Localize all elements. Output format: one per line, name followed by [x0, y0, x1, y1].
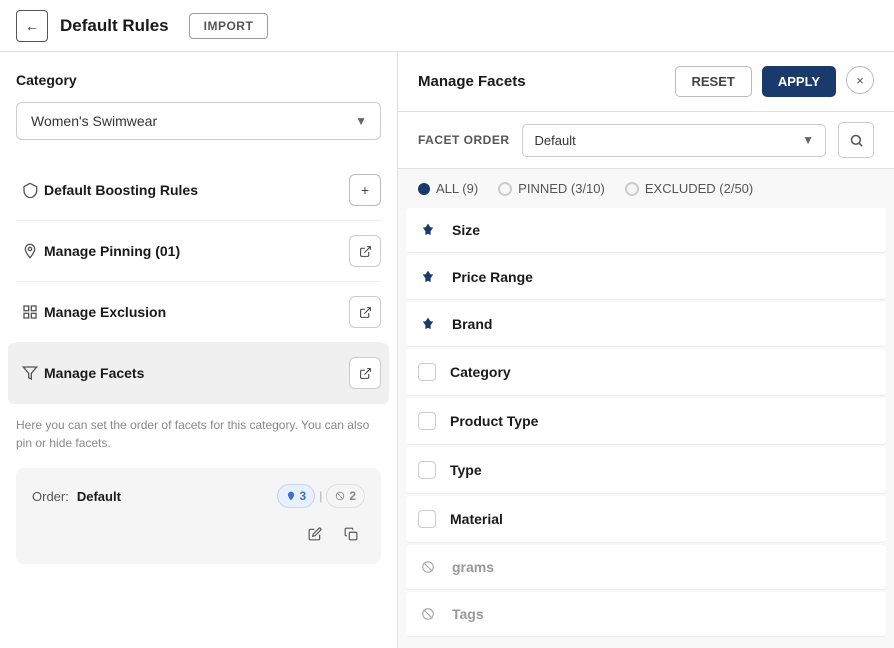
- facet-item-grams: grams: [406, 545, 886, 590]
- main-content: Category Women's Swimwear ▼ Default Boos…: [0, 52, 894, 648]
- app-header: ← Default Rules IMPORT: [0, 0, 894, 52]
- open-exclusion-button[interactable]: [349, 296, 381, 328]
- facet-item-size: Size: [406, 208, 886, 253]
- pin-badge: 3: [277, 484, 316, 508]
- left-panel: Category Women's Swimwear ▼ Default Boos…: [0, 52, 398, 648]
- exclude-icon-tags: [418, 607, 438, 621]
- tab-all[interactable]: ALL (9): [418, 181, 478, 196]
- open-pinning-button[interactable]: [349, 235, 381, 267]
- exclusion-label: Manage Exclusion: [44, 304, 349, 320]
- badge-separator: |: [319, 489, 322, 503]
- checkbox-material[interactable]: [418, 510, 436, 528]
- facet-item-type: Type: [406, 447, 886, 494]
- pin-icon: [16, 243, 44, 259]
- facet-order-select[interactable]: Default: [522, 124, 826, 157]
- facet-list: Size Price Range Brand Category: [398, 208, 894, 648]
- exclude-count: 2: [349, 489, 356, 503]
- facet-name-tags: Tags: [452, 606, 484, 622]
- menu-item-exclusion[interactable]: Manage Exclusion: [16, 282, 381, 343]
- pin-icon-size: [418, 223, 438, 237]
- facet-name-brand: Brand: [452, 316, 492, 332]
- right-header-actions: RESET APPLY ×: [675, 66, 875, 97]
- order-section: Order: Default 3 | 2: [16, 468, 381, 564]
- boosting-rules-label: Default Boosting Rules: [44, 182, 349, 198]
- order-row: Order: Default 3 | 2: [32, 484, 365, 508]
- apply-button[interactable]: APPLY: [762, 66, 836, 97]
- facet-order-select-wrapper: Default ▼: [522, 124, 826, 157]
- facet-item-material: Material: [406, 496, 886, 543]
- tab-pinned-label: PINNED (3/10): [518, 181, 605, 196]
- facet-order-bar: FACET ORDER Default ▼: [398, 112, 894, 169]
- pin-icon-price-range: [418, 270, 438, 284]
- facet-order-label: FACET ORDER: [418, 133, 510, 147]
- close-button[interactable]: ×: [846, 66, 874, 94]
- copy-order-button[interactable]: [337, 520, 365, 548]
- filter-tabs: ALL (9) PINNED (3/10) EXCLUDED (2/50): [398, 169, 894, 208]
- order-badges: 3 | 2: [277, 484, 366, 508]
- page-title: Default Rules: [60, 16, 169, 36]
- pin-icon-brand: [418, 317, 438, 331]
- tab-excluded[interactable]: EXCLUDED (2/50): [625, 181, 753, 196]
- facet-item-tags: Tags: [406, 592, 886, 637]
- back-icon: ←: [25, 18, 39, 34]
- right-panel: Manage Facets RESET APPLY × FACET ORDER …: [398, 52, 894, 648]
- exclude-badge: 2: [326, 484, 365, 508]
- menu-item-facets[interactable]: Manage Facets: [8, 343, 389, 404]
- order-value: Default: [77, 489, 121, 504]
- category-select[interactable]: Women's Swimwear: [16, 102, 381, 140]
- pin-count: 3: [300, 489, 307, 503]
- checkbox-type[interactable]: [418, 461, 436, 479]
- reset-button[interactable]: RESET: [675, 66, 752, 97]
- facet-name-grams: grams: [452, 559, 494, 575]
- edit-order-button[interactable]: [301, 520, 329, 548]
- filter-icon: [16, 365, 44, 381]
- grid-icon: [16, 304, 44, 320]
- tab-all-dot: [418, 183, 430, 195]
- search-facet-button[interactable]: [838, 122, 874, 158]
- tab-excluded-label: EXCLUDED (2/50): [645, 181, 753, 196]
- facet-name-material: Material: [450, 511, 503, 527]
- checkbox-product-type[interactable]: [418, 412, 436, 430]
- facet-item-price-range: Price Range: [406, 255, 886, 300]
- facet-name-product-type: Product Type: [450, 413, 538, 429]
- menu-item-pinning[interactable]: Manage Pinning (01): [16, 221, 381, 282]
- tab-all-label: ALL (9): [436, 181, 478, 196]
- facets-label: Manage Facets: [44, 365, 349, 381]
- order-key: Order:: [32, 489, 69, 504]
- tab-excluded-radio: [625, 182, 639, 196]
- exclude-icon-grams: [418, 560, 438, 574]
- info-text: Here you can set the order of facets for…: [16, 416, 381, 452]
- add-boosting-button[interactable]: +: [349, 174, 381, 206]
- order-actions: [32, 520, 365, 548]
- checkbox-category[interactable]: [418, 363, 436, 381]
- facet-name-price-range: Price Range: [452, 269, 533, 285]
- open-facets-button[interactable]: [349, 357, 381, 389]
- menu-item-boosting[interactable]: Default Boosting Rules +: [16, 160, 381, 221]
- manage-facets-title: Manage Facets: [418, 73, 526, 90]
- category-select-wrapper: Women's Swimwear ▼: [16, 102, 381, 140]
- facet-name-category: Category: [450, 364, 511, 380]
- pinning-label: Manage Pinning (01): [44, 243, 349, 259]
- right-header: Manage Facets RESET APPLY ×: [398, 52, 894, 112]
- facet-name-type: Type: [450, 462, 482, 478]
- facet-item-brand: Brand: [406, 302, 886, 347]
- facet-item-product-type: Product Type: [406, 398, 886, 445]
- facet-name-size: Size: [452, 222, 480, 238]
- order-label: Order: Default: [32, 489, 121, 504]
- tab-pinned[interactable]: PINNED (3/10): [498, 181, 605, 196]
- import-button[interactable]: IMPORT: [189, 13, 269, 39]
- tab-pinned-radio: [498, 182, 512, 196]
- shield-icon: [16, 182, 44, 198]
- facet-item-category: Category: [406, 349, 886, 396]
- category-section-title: Category: [16, 72, 381, 88]
- back-button[interactable]: ←: [16, 10, 48, 42]
